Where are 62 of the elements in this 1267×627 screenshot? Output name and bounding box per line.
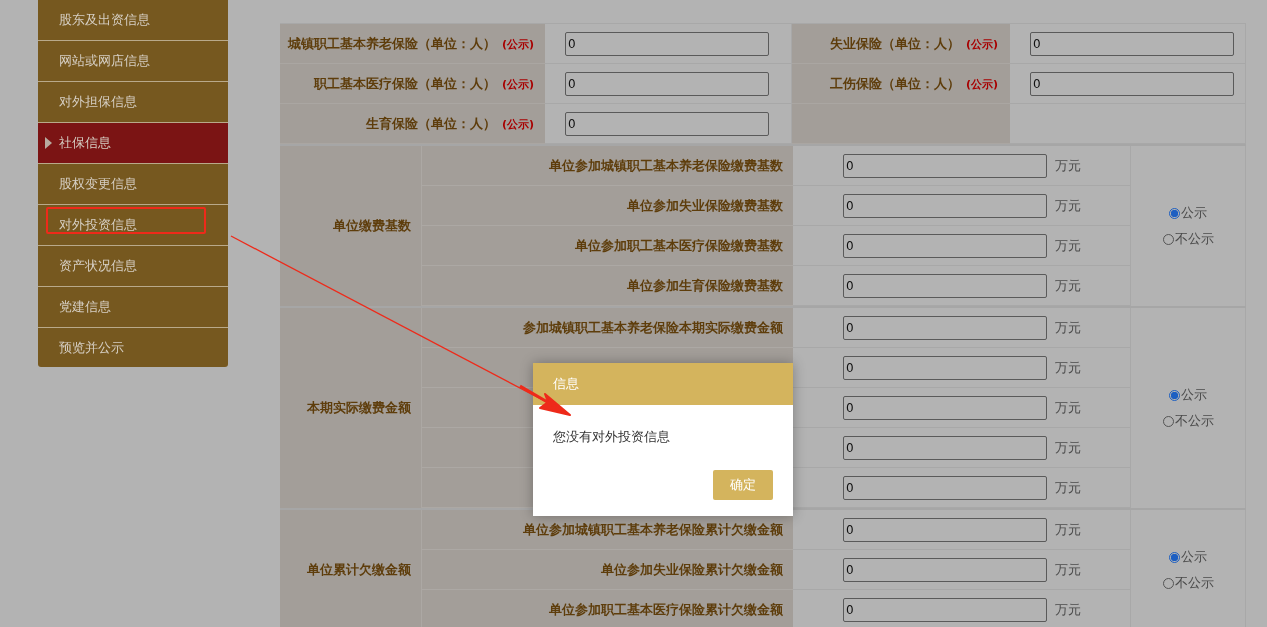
input-field[interactable]: 0 <box>843 273 1047 298</box>
input-field[interactable]: 0 <box>843 315 1047 340</box>
radio-option[interactable]: 不公示 <box>1162 230 1214 248</box>
field-label: 参加城镇职工基本养老保险本期实际缴费金额 <box>523 318 783 337</box>
field-label: 城镇职工基本养老保险（单位：人） (公示) <box>287 34 534 53</box>
radio-option[interactable]: 公示 <box>1169 204 1207 222</box>
caret-icon <box>45 137 52 149</box>
unit-label: 万元 <box>1055 478 1081 497</box>
unit-label: 万元 <box>1055 438 1081 457</box>
field-label: 单位参加城镇职工基本养老保险缴费基数 <box>549 156 783 175</box>
field-label: 单位参加失业保险累计欠缴金额 <box>601 560 783 579</box>
unit-label: 万元 <box>1055 520 1081 539</box>
input-field[interactable]: 0 <box>843 435 1047 460</box>
radio-option[interactable]: 不公示 <box>1162 412 1214 430</box>
sidebar-item[interactable]: 股权变更信息 <box>38 164 228 205</box>
input-field[interactable]: 0 <box>843 597 1047 622</box>
radio-option[interactable]: 公示 <box>1169 386 1207 404</box>
group-label: 单位累计欠缴金额 <box>307 561 411 579</box>
field-label: 单位参加城镇职工基本养老保险累计欠缴金额 <box>523 520 783 539</box>
unit-label: 万元 <box>1055 236 1081 255</box>
sidebar-item[interactable]: 党建信息 <box>38 287 228 328</box>
input-field[interactable]: 0 <box>565 111 769 136</box>
field-label: 职工基本医疗保险（单位：人） (公示) <box>313 74 534 93</box>
sidebar-item[interactable]: 资产状况信息 <box>38 246 228 287</box>
unit-label: 万元 <box>1055 276 1081 295</box>
input-field[interactable]: 0 <box>843 153 1047 178</box>
input-field[interactable]: 0 <box>843 395 1047 420</box>
input-field[interactable]: 0 <box>843 517 1047 542</box>
field-label: 失业保险（单位：人） (公示) <box>829 34 998 53</box>
input-field[interactable]: 0 <box>843 475 1047 500</box>
unit-label: 万元 <box>1055 196 1081 215</box>
input-field[interactable]: 0 <box>565 31 769 56</box>
field-label: 工伤保险（单位：人） (公示) <box>829 74 998 93</box>
sidebar-item[interactable]: 社保信息 <box>38 123 228 164</box>
field-label: 单位参加失业保险缴费基数 <box>627 196 783 215</box>
field-label: 单位参加职工基本医疗保险累计欠缴金额 <box>549 600 783 619</box>
input-field[interactable]: 0 <box>843 557 1047 582</box>
unit-label: 万元 <box>1055 398 1081 417</box>
unit-label: 万元 <box>1055 358 1081 377</box>
input-field[interactable]: 0 <box>1030 31 1234 56</box>
radio-option[interactable]: 不公示 <box>1162 574 1214 592</box>
dialog-title: 信息 <box>553 375 579 393</box>
input-field[interactable]: 0 <box>843 355 1047 380</box>
radio-option[interactable]: 公示 <box>1169 548 1207 566</box>
field-label: 单位参加职工基本医疗保险缴费基数 <box>575 236 783 255</box>
field-label: 生育保险（单位：人） (公示) <box>365 114 534 133</box>
unit-label: 万元 <box>1055 600 1081 619</box>
sidebar-item[interactable]: 对外投资信息 <box>38 205 228 246</box>
input-field[interactable]: 0 <box>843 233 1047 258</box>
input-field[interactable]: 0 <box>1030 71 1234 96</box>
sidebar-item[interactable]: 预览并公示 <box>38 328 228 368</box>
dialog-message: 您没有对外投资信息 <box>553 429 670 445</box>
input-field[interactable]: 0 <box>565 71 769 96</box>
unit-label: 万元 <box>1055 318 1081 337</box>
input-field[interactable]: 0 <box>843 193 1047 218</box>
sidebar-item[interactable]: 网站或网店信息 <box>38 41 228 82</box>
group-label: 单位缴费基数 <box>333 217 411 235</box>
field-label: 单位参加生育保险缴费基数 <box>627 276 783 295</box>
unit-label: 万元 <box>1055 156 1081 175</box>
group-label: 本期实际缴费金额 <box>307 399 411 417</box>
sidebar-item[interactable]: 股东及出资信息 <box>38 0 228 41</box>
unit-label: 万元 <box>1055 560 1081 579</box>
